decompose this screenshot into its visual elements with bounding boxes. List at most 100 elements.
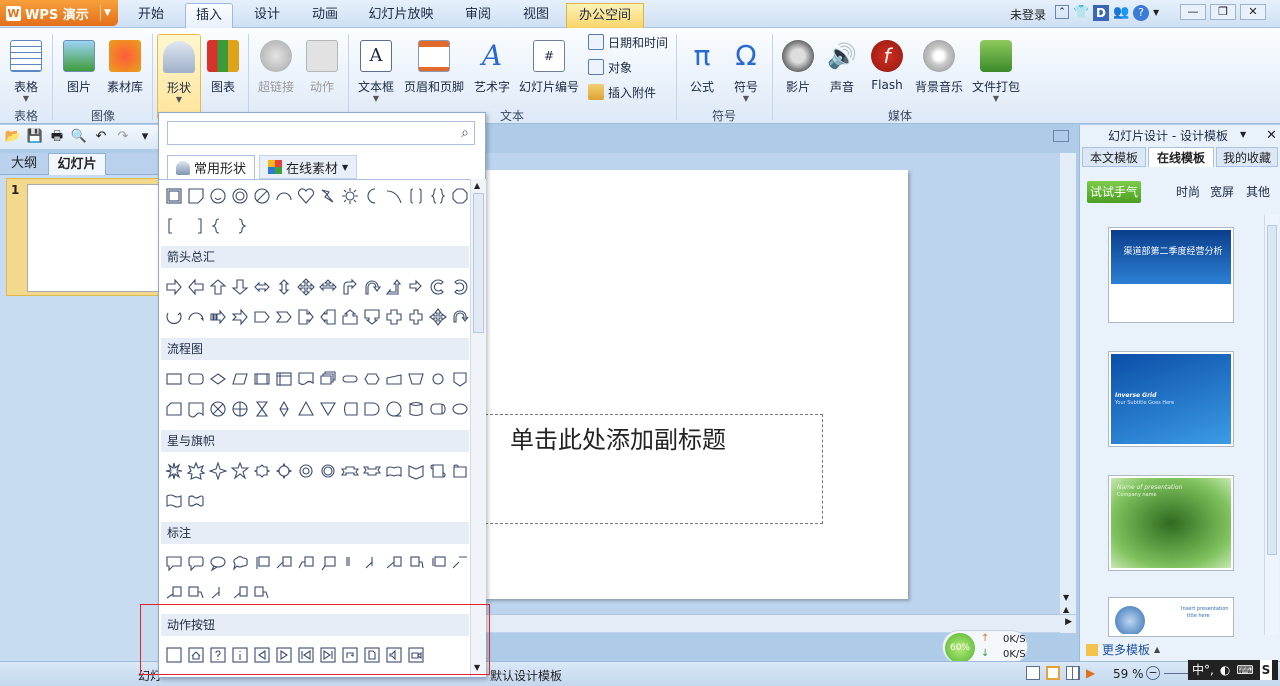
- shape-item[interactable]: [383, 460, 405, 482]
- open-folder-icon[interactable]: 📂: [4, 128, 22, 146]
- shape-item[interactable]: [405, 460, 427, 482]
- ime-toolbar[interactable]: 中°, ◐ ⌨ S: [1188, 660, 1278, 680]
- shape-item[interactable]: [251, 185, 273, 207]
- shape-item[interactable]: [273, 306, 295, 328]
- shape-item[interactable]: [207, 460, 229, 482]
- shape-item[interactable]: [339, 306, 361, 328]
- filter-other[interactable]: 其他: [1246, 183, 1270, 200]
- scroll-thumb[interactable]: [473, 193, 484, 333]
- minimize-icon[interactable]: —: [1180, 4, 1206, 20]
- customize-toolbar-icon[interactable]: ▾: [136, 128, 154, 146]
- shape-item[interactable]: [229, 368, 251, 390]
- shape-item[interactable]: [427, 398, 449, 420]
- datetime-button[interactable]: 日期和时间: [588, 31, 668, 53]
- insert-attachment-button[interactable]: 插入附件: [588, 81, 656, 103]
- filter-fashion[interactable]: 时尚: [1176, 183, 1200, 200]
- shape-item[interactable]: [273, 398, 295, 420]
- shape-item[interactable]: [163, 306, 185, 328]
- shape-item[interactable]: [339, 276, 361, 298]
- shape-item[interactable]: [427, 276, 449, 298]
- shape-item[interactable]: [163, 276, 185, 298]
- shape-item[interactable]: [339, 368, 361, 390]
- shape-item[interactable]: [163, 460, 185, 482]
- shape-item[interactable]: [361, 552, 383, 574]
- normal-view-icon[interactable]: [1026, 666, 1040, 680]
- tab-design[interactable]: 设计: [243, 3, 291, 28]
- zoom-slider[interactable]: [1164, 673, 1190, 674]
- shirt-icon[interactable]: 👕: [1073, 5, 1089, 21]
- shape-item[interactable]: [339, 398, 361, 420]
- undo-icon[interactable]: ↶: [92, 128, 110, 146]
- shape-item[interactable]: [163, 185, 185, 207]
- shape-item[interactable]: [163, 398, 185, 420]
- tab-common-shapes[interactable]: 常用形状: [167, 155, 256, 179]
- shape-item[interactable]: [427, 460, 449, 482]
- user-icon[interactable]: 👥: [1113, 5, 1129, 21]
- shape-item[interactable]: [405, 368, 427, 390]
- tab-office-space[interactable]: 办公空间: [566, 3, 644, 28]
- shape-item[interactable]: [229, 215, 251, 237]
- shape-item[interactable]: [185, 276, 207, 298]
- shape-item[interactable]: [383, 552, 405, 574]
- shape-item[interactable]: [185, 368, 207, 390]
- print-preview-icon[interactable]: 🔍: [70, 128, 88, 146]
- shapes-button[interactable]: 形状 ▼: [157, 34, 201, 120]
- shape-item[interactable]: [383, 185, 405, 207]
- tab-view[interactable]: 视图: [512, 3, 560, 28]
- shape-item[interactable]: [405, 552, 427, 574]
- shape-item[interactable]: [339, 460, 361, 482]
- shape-item[interactable]: [229, 552, 251, 574]
- shape-item[interactable]: [273, 185, 295, 207]
- subtitle-placeholder-text[interactable]: 单击此处添加副标题: [510, 420, 726, 455]
- slide-sorter-view-icon[interactable]: [1046, 666, 1060, 680]
- prev-slide-icon[interactable]: ▲: [1063, 605, 1069, 614]
- sogou-icon[interactable]: S: [1259, 660, 1273, 680]
- chevron-down-icon[interactable]: ▼: [100, 5, 114, 21]
- shape-item[interactable]: [317, 552, 339, 574]
- shape-item[interactable]: [427, 368, 449, 390]
- tab-slides[interactable]: 幻灯片: [48, 153, 106, 175]
- shape-item[interactable]: [317, 276, 339, 298]
- shape-item[interactable]: [383, 306, 405, 328]
- shape-item[interactable]: [273, 276, 295, 298]
- shape-item[interactable]: [295, 552, 317, 574]
- shape-item[interactable]: [229, 276, 251, 298]
- shape-item[interactable]: [317, 368, 339, 390]
- save-icon[interactable]: 💾: [26, 128, 44, 146]
- shape-item[interactable]: [207, 398, 229, 420]
- vertical-scrollbar[interactable]: ▼ ▲ ▼: [1060, 153, 1076, 633]
- shape-item[interactable]: [361, 185, 383, 207]
- scroll-down-icon[interactable]: ▼: [1063, 593, 1069, 602]
- chart-button[interactable]: 图表: [203, 34, 243, 120]
- shape-item[interactable]: [427, 552, 449, 574]
- shape-item[interactable]: [449, 368, 471, 390]
- shape-item[interactable]: [251, 368, 273, 390]
- try-luck-button[interactable]: 试试手气: [1087, 181, 1141, 203]
- shape-item[interactable]: [339, 185, 361, 207]
- shape-item[interactable]: [295, 276, 317, 298]
- shape-item[interactable]: [361, 276, 383, 298]
- scroll-up-icon[interactable]: ▲: [474, 181, 480, 190]
- zoom-out-icon[interactable]: −: [1146, 666, 1160, 680]
- shape-item[interactable]: [295, 306, 317, 328]
- shape-item[interactable]: [207, 552, 229, 574]
- shape-item[interactable]: [185, 460, 207, 482]
- tab-animation[interactable]: 动画: [301, 3, 349, 28]
- shape-item[interactable]: [383, 398, 405, 420]
- shape-item[interactable]: [207, 368, 229, 390]
- shape-item[interactable]: [163, 490, 185, 512]
- close-icon[interactable]: ✕: [1266, 128, 1277, 143]
- shape-item[interactable]: [207, 185, 229, 207]
- shapes-search-input[interactable]: ⌕: [167, 121, 475, 145]
- close-icon[interactable]: ✕: [1240, 4, 1266, 20]
- redo-icon[interactable]: ↷: [114, 128, 132, 146]
- shape-item[interactable]: [339, 552, 361, 574]
- template-thumbnail[interactable]: Name of presentation Company name: [1108, 475, 1234, 571]
- template-thumbnail[interactable]: Inverse Grid Your Subtitle Goes Here: [1108, 351, 1234, 447]
- shape-item[interactable]: [207, 582, 229, 604]
- shape-item[interactable]: [185, 490, 207, 512]
- shape-item[interactable]: [317, 460, 339, 482]
- maximize-icon[interactable]: ❐: [1210, 4, 1236, 20]
- shape-item[interactable]: [295, 368, 317, 390]
- shape-item[interactable]: [295, 398, 317, 420]
